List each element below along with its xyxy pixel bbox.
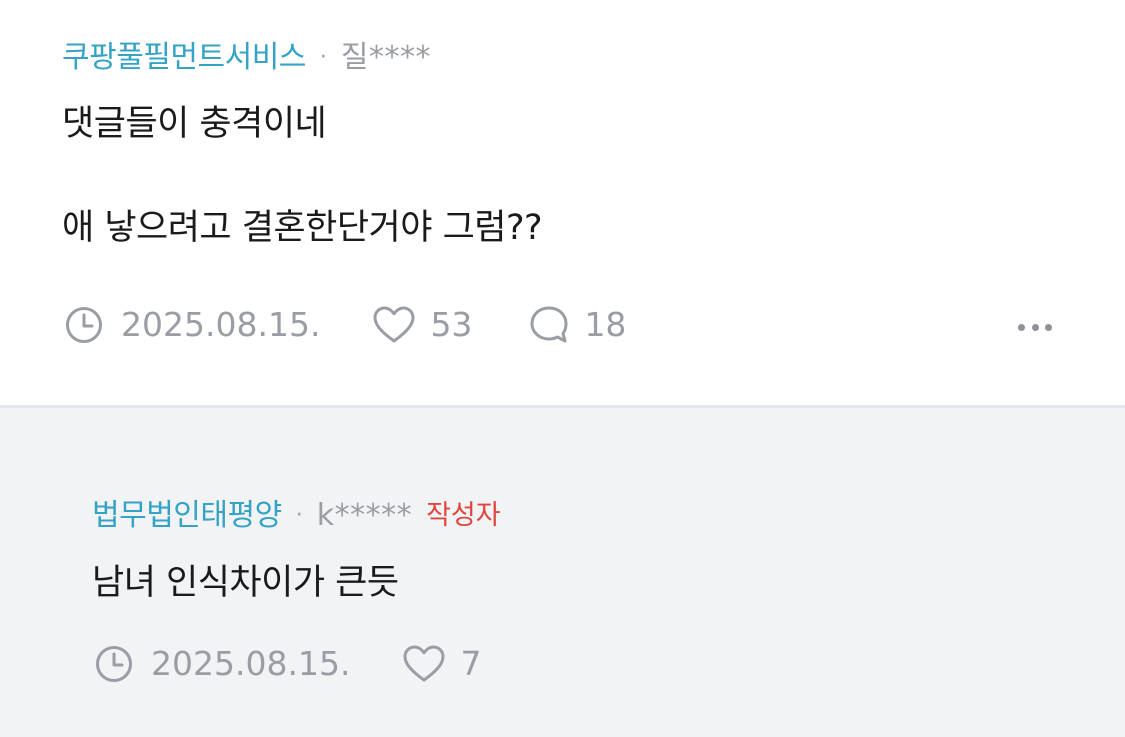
more-dot (1031, 323, 1039, 331)
reply-card: 법무법인태평양 · k***** 작성자 남녀 인식차이가 큰듯 2025.08… (0, 408, 1125, 737)
clock-icon (94, 644, 134, 684)
author-badge: 작성자 (426, 500, 501, 531)
like-count: 53 (430, 305, 473, 344)
comment-text: 댓글들이 충격이네 애 낳으려고 결혼한단거야 그럼?? (62, 104, 543, 248)
username[interactable]: 질**** (341, 38, 431, 78)
like-button[interactable]: 7 (402, 644, 481, 684)
company-name[interactable]: 법무법인태평양 (92, 496, 282, 536)
reply-count: 18 (584, 305, 627, 344)
reply-text: 남녀 인식차이가 큰듯 (92, 563, 399, 603)
meta-separator: · (319, 45, 327, 70)
company-name[interactable]: 쿠팡풀필먼트서비스 (62, 38, 306, 78)
more-dot (1018, 323, 1025, 331)
clock-icon (64, 305, 104, 345)
more-dot (1045, 323, 1052, 331)
meta-separator: · (295, 503, 303, 528)
comment-card: 쿠팡풀필먼트서비스 · 질**** 댓글들이 충격이네 애 낳으려고 결혼한단거… (0, 0, 1125, 405)
date-text: 2025.08.15. (151, 644, 351, 683)
like-count: 7 (460, 644, 482, 683)
like-button[interactable]: 53 (372, 305, 472, 345)
comment-meta: 쿠팡풀필먼트서비스 · 질**** (62, 38, 431, 78)
reply-date: 2025.08.15. (94, 644, 350, 684)
reply-meta: 법무법인태평양 · k***** 작성자 (92, 496, 501, 536)
username[interactable]: k***** (317, 496, 412, 536)
comment-date: 2025.08.15. (64, 305, 320, 345)
comment-actions: 2025.08.15. 53 18 (64, 304, 626, 346)
reply-button[interactable]: 18 (528, 304, 626, 346)
heart-icon (402, 644, 446, 684)
date-text: 2025.08.15. (121, 305, 321, 344)
speech-bubble-icon (528, 304, 570, 346)
more-dots-icon[interactable] (1018, 323, 1052, 331)
reply-actions: 2025.08.15. 7 (94, 644, 481, 684)
heart-icon (372, 305, 416, 345)
